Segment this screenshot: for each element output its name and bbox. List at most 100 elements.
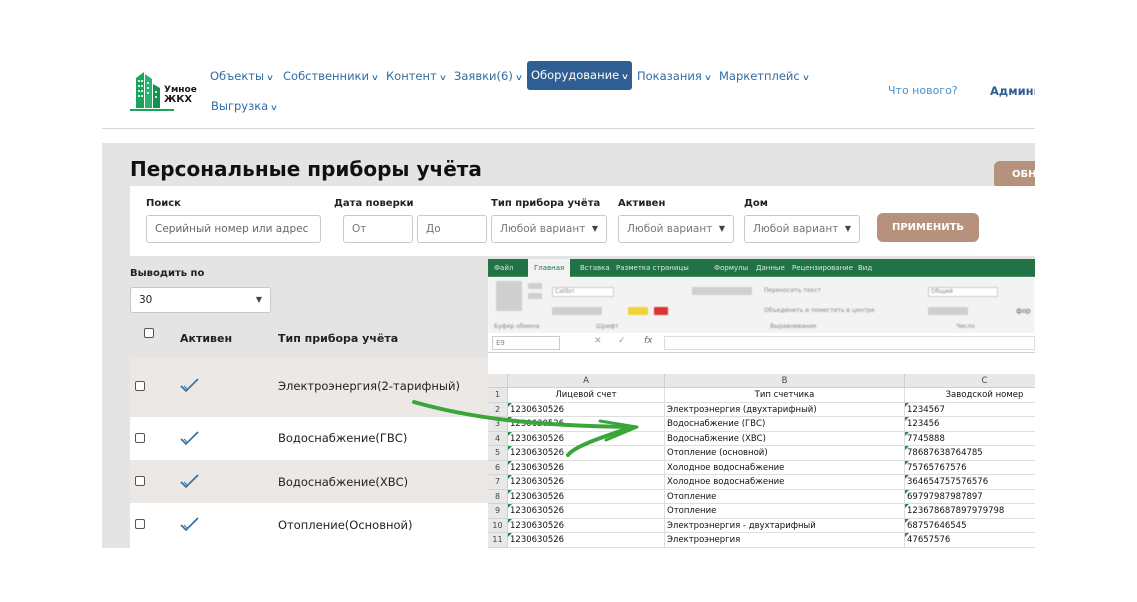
meter-type-select[interactable]: Любой вариант ▼ [491, 215, 607, 243]
excel-cell[interactable]: Электроэнергия - двухтарифный [665, 518, 905, 533]
active-select[interactable]: Любой вариант ▼ [618, 215, 734, 243]
per-page-select[interactable]: 30 ▼ [130, 287, 271, 313]
column-header-a[interactable]: A [508, 374, 665, 388]
excel-cell[interactable]: 1230630526 [508, 446, 665, 461]
excel-cell[interactable]: 1230630526 [508, 533, 665, 548]
whats-new-link[interactable]: Что нового? [888, 84, 958, 97]
row-header[interactable]: 4 [488, 431, 508, 446]
row-header[interactable]: 10 [488, 518, 508, 533]
excel-header-cell[interactable]: Тип счетчика [665, 388, 905, 403]
table-row[interactable]: Водоснабжение(ХВС) [130, 460, 490, 503]
font-color-icon [654, 307, 668, 315]
nav-readings[interactable]: Показания ∨ [637, 63, 712, 89]
formats-label[interactable]: фор [1016, 307, 1031, 315]
nav-requests[interactable]: Заявки(6) ∨ [454, 63, 523, 89]
row-checkbox[interactable] [135, 476, 145, 486]
select-all-corner[interactable] [488, 374, 508, 388]
excel-cell[interactable]: 47657576 [905, 533, 1035, 548]
nav-objects[interactable]: Объекты ∨ [210, 63, 274, 89]
excel-cell[interactable]: 364654757576576 [905, 475, 1035, 490]
house-select[interactable]: Любой вариант ▼ [744, 215, 860, 243]
nav-owners[interactable]: Собственники ∨ [283, 63, 379, 89]
column-header-b[interactable]: B [665, 374, 905, 388]
excel-cell[interactable]: Отопление [665, 504, 905, 519]
name-box[interactable]: E9 [492, 336, 560, 350]
excel-cell[interactable]: Холодное водоснабжение [665, 475, 905, 490]
nav-export[interactable]: Выгрузка ∨ [211, 93, 278, 119]
cut-icon [528, 283, 542, 289]
row-checkbox[interactable] [135, 433, 145, 443]
excel-cell-value: 1230630526 [510, 535, 565, 545]
row-header[interactable]: 11 [488, 533, 508, 548]
row-header[interactable]: 3 [488, 417, 508, 432]
error-indicator-icon [508, 417, 512, 421]
excel-cell[interactable]: 68757646545 [905, 518, 1035, 533]
excel-cell[interactable]: 69797987987897 [905, 489, 1035, 504]
excel-cell[interactable]: 123456 [905, 417, 1035, 432]
row-header[interactable]: 8 [488, 489, 508, 504]
excel-cell[interactable]: 1230630526 [508, 518, 665, 533]
row-header[interactable]: 9 [488, 504, 508, 519]
table-row[interactable]: Электроэнергия(2-тарифный) [130, 357, 490, 417]
nav-marketplace[interactable]: Маркетплейс ∨ [719, 63, 810, 89]
merge-center-label[interactable]: Объединить и поместить в центре [764, 307, 875, 314]
column-header-c[interactable]: C [905, 374, 1035, 388]
excel-cell[interactable]: 75765767576 [905, 460, 1035, 475]
excel-tab-view[interactable]: Вид [858, 259, 872, 277]
excel-cell[interactable]: Отопление [665, 489, 905, 504]
nav-equipment[interactable]: Оборудование ∨ [527, 61, 633, 90]
search-input[interactable]: Серийный номер или адрес [146, 215, 321, 243]
excel-cell[interactable]: Отопление (основной) [665, 446, 905, 461]
excel-tab-insert[interactable]: Вставка [580, 259, 610, 277]
table-row[interactable]: Отопление(Основной) [130, 503, 490, 548]
excel-cell-value: 1230630526 [510, 419, 565, 429]
excel-tab-data[interactable]: Данные [756, 259, 785, 277]
excel-cell[interactable]: 123678687897979798 [905, 504, 1035, 519]
apply-button[interactable]: ПРИМЕНИТЬ [877, 213, 979, 242]
row-header[interactable]: 2 [488, 402, 508, 417]
formula-input[interactable] [664, 336, 1035, 350]
select-all-checkbox[interactable] [144, 328, 154, 338]
group-clipboard: Буфер обмена [494, 323, 540, 330]
excel-tab-home[interactable]: Главная [528, 259, 571, 277]
excel-cell[interactable]: 1230630526 [508, 489, 665, 504]
excel-header-cell[interactable]: Заводской номер [905, 388, 1035, 403]
row-header[interactable]: 6 [488, 460, 508, 475]
row-checkbox[interactable] [135, 381, 145, 391]
excel-cell[interactable]: Электроэнергия [665, 533, 905, 548]
excel-cell-value: 78687638764785 [907, 448, 983, 458]
excel-cell[interactable]: Электроэнергия (двухтарифный) [665, 402, 905, 417]
row-header[interactable]: 5 [488, 446, 508, 461]
row-header[interactable]: 1 [488, 388, 508, 403]
excel-cell[interactable]: 1230630526 [508, 475, 665, 490]
date-to-input[interactable]: До [417, 215, 487, 243]
refresh-button[interactable]: ОБНО [994, 161, 1035, 189]
excel-tab-layout[interactable]: Разметка страницы [616, 259, 689, 277]
excel-cell[interactable]: Холодное водоснабжение [665, 460, 905, 475]
excel-header-cell[interactable]: Лицевой счет [508, 388, 665, 403]
date-from-input[interactable]: От [343, 215, 413, 243]
admin-menu[interactable]: Админи [990, 84, 1035, 98]
font-select[interactable]: Calibri [552, 287, 614, 297]
excel-cell[interactable]: Водоснабжение (ХВС) [665, 431, 905, 446]
excel-cell[interactable]: 1230630526 [508, 431, 665, 446]
excel-cell[interactable]: 1234567 [905, 402, 1035, 417]
wrap-text-label[interactable]: Переносить текст [764, 287, 821, 294]
excel-cell[interactable]: 1230630526 [508, 402, 665, 417]
excel-cell[interactable]: 1230630526 [508, 504, 665, 519]
excel-cell-value: 1230630526 [510, 404, 565, 415]
excel-cell[interactable]: 78687638764785 [905, 446, 1035, 461]
excel-tab-review[interactable]: Рецензирование [792, 259, 853, 277]
error-indicator-icon [905, 460, 909, 465]
nav-content[interactable]: Контент ∨ [386, 63, 447, 89]
number-format-select[interactable]: Общий [928, 287, 998, 297]
excel-cell[interactable]: 1230630526 [508, 417, 665, 432]
table-row[interactable]: Водоснабжение(ГВС) [130, 417, 490, 460]
excel-tab-formulas[interactable]: Формулы [714, 259, 748, 277]
excel-cell[interactable]: Водоснабжение (ГВС) [665, 417, 905, 432]
excel-tab-file[interactable]: Файл [494, 259, 513, 277]
row-checkbox[interactable] [135, 519, 145, 529]
excel-cell[interactable]: 1230630526 [508, 460, 665, 475]
row-header[interactable]: 7 [488, 475, 508, 490]
excel-cell[interactable]: 7745888 [905, 431, 1035, 446]
